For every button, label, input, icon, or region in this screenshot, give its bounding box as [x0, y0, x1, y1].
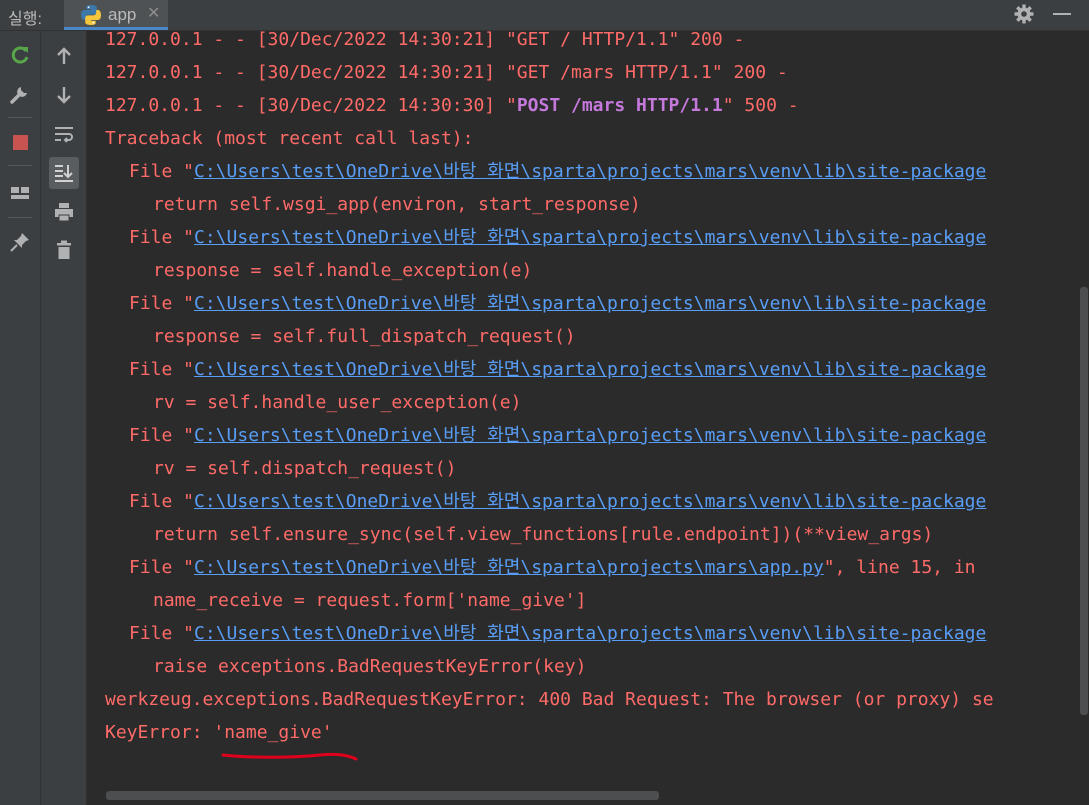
scroll-to-end-button[interactable]	[49, 157, 79, 189]
gear-icon[interactable]	[1013, 3, 1035, 25]
traceback-code-line: response = self.full_dispatch_request()	[153, 326, 576, 347]
rerun-button[interactable]	[6, 41, 34, 69]
toolbar-divider	[8, 217, 32, 218]
log-suffix: " 500 -	[722, 95, 799, 116]
traceback-file-line: File "C:\Users\test\OneDrive\바탕 화면\spart…	[129, 557, 976, 579]
file-prefix: File "	[129, 557, 195, 578]
traceback-file-line: File "C:\Users\test\OneDrive\바탕 화면\spart…	[129, 293, 986, 315]
trash-icon	[57, 240, 71, 259]
stop-button[interactable]	[6, 128, 34, 156]
minimize-icon[interactable]	[1053, 13, 1071, 15]
run-actions-toolbar	[0, 31, 41, 805]
horizontal-scrollbar-thumb[interactable]	[106, 791, 659, 800]
traceback-file-line: File "C:\Users\test\OneDrive\바탕 화면\spart…	[129, 227, 986, 249]
log-prefix: 127.0.0.1 - - [30/Dec/2022 14:30:30] "	[105, 95, 517, 116]
file-suffix: ", line 15, in	[823, 557, 976, 578]
file-prefix: File "	[129, 623, 195, 644]
rerun-icon	[11, 46, 29, 64]
toolbar-divider	[8, 117, 32, 118]
arrow-up-icon	[57, 47, 71, 64]
file-prefix: File "	[129, 491, 195, 512]
traceback-file-line: File "C:\Users\test\OneDrive\바탕 화면\spart…	[129, 161, 986, 183]
wrench-icon	[10, 87, 27, 104]
traceback-code-line: rv = self.handle_user_exception(e)	[153, 392, 522, 413]
file-path-link[interactable]: C:\Users\test\OneDrive\바탕 화면\sparta\proj…	[194, 293, 986, 314]
print-button[interactable]	[50, 198, 78, 226]
soft-wrap-icon	[55, 127, 73, 143]
tab-label: app	[108, 5, 137, 24]
up-stack-trace-button[interactable]	[50, 42, 78, 70]
traceback-code-line: return self.wsgi_app(environ, start_resp…	[153, 194, 641, 215]
traceback-file-line: File "C:\Users\test\OneDrive\바탕 화면\spart…	[129, 359, 986, 381]
scroll-to-end-icon	[55, 165, 73, 182]
key-error-message: KeyError: 'name_give'	[105, 722, 333, 743]
print-icon	[55, 203, 73, 222]
file-prefix: File "	[129, 161, 195, 182]
arrow-down-icon	[57, 87, 71, 104]
pin-button[interactable]	[6, 228, 34, 256]
layout-icon	[11, 187, 29, 199]
log-line: 127.0.0.1 - - [30/Dec/2022 14:30:21] "GE…	[105, 31, 745, 50]
vertical-scrollbar-thumb[interactable]	[1080, 287, 1088, 715]
log-line: 127.0.0.1 - - [30/Dec/2022 14:30:30] "PO…	[105, 95, 799, 117]
exception-message: werkzeug.exceptions.BadRequestKeyError: …	[105, 689, 994, 710]
app-file-path-link[interactable]: C:\Users\test\OneDrive\바탕 화면\sparta\proj…	[194, 557, 824, 578]
traceback-file-line: File "C:\Users\test\OneDrive\바탕 화면\spart…	[129, 623, 986, 645]
log-line: 127.0.0.1 - - [30/Dec/2022 14:30:21] "GE…	[105, 62, 788, 83]
file-prefix: File "	[129, 425, 195, 446]
soft-wrap-button[interactable]	[50, 120, 78, 148]
python-icon	[81, 5, 101, 25]
file-prefix: File "	[129, 293, 195, 314]
traceback-code-line: return self.ensure_sync(self.view_functi…	[153, 524, 934, 545]
traceback-code-line: name_receive = request.form['name_give']	[153, 590, 587, 611]
red-underline-annotation	[221, 752, 358, 761]
traceback-code-line: response = self.handle_exception(e)	[153, 260, 533, 281]
file-path-link[interactable]: C:\Users\test\OneDrive\바탕 화면\sparta\proj…	[194, 623, 986, 644]
http-request-highlight: POST /mars HTTP/1.1	[516, 95, 723, 116]
file-path-link[interactable]: C:\Users\test\OneDrive\바탕 화면\sparta\proj…	[194, 161, 986, 182]
close-icon[interactable]: ✕	[147, 3, 160, 23]
file-path-link[interactable]: C:\Users\test\OneDrive\바탕 화면\sparta\proj…	[194, 491, 986, 512]
traceback-file-line: File "C:\Users\test\OneDrive\바탕 화면\spart…	[129, 425, 986, 447]
clear-all-button[interactable]	[50, 236, 78, 264]
traceback-code-line: raise exceptions.BadRequestKeyError(key)	[153, 656, 587, 677]
file-path-link[interactable]: C:\Users\test\OneDrive\바탕 화면\sparta\proj…	[194, 359, 986, 380]
down-stack-trace-button[interactable]	[50, 81, 78, 109]
tab-app[interactable]: app ✕	[64, 0, 168, 30]
file-prefix: File "	[129, 227, 195, 248]
settings-button[interactable]	[6, 80, 34, 108]
layout-button[interactable]	[6, 179, 34, 207]
file-path-link[interactable]: C:\Users\test\OneDrive\바탕 화면\sparta\proj…	[194, 425, 986, 446]
console-output[interactable]: 127.0.0.1 - - [30/Dec/2022 14:30:21] "GE…	[86, 31, 1079, 790]
toolbar-divider	[8, 165, 32, 166]
run-tool-window-header: 실행: app ✕	[0, 0, 1089, 31]
traceback-header: Traceback (most recent call last):	[105, 128, 474, 149]
run-label: 실행:	[8, 11, 42, 28]
traceback-file-line: File "C:\Users\test\OneDrive\바탕 화면\spart…	[129, 491, 986, 513]
pin-icon	[10, 233, 29, 252]
console-actions-toolbar	[41, 31, 87, 805]
stop-icon	[12, 134, 28, 150]
file-path-link[interactable]: C:\Users\test\OneDrive\바탕 화면\sparta\proj…	[194, 227, 986, 248]
file-prefix: File "	[129, 359, 195, 380]
traceback-code-line: rv = self.dispatch_request()	[153, 458, 457, 479]
